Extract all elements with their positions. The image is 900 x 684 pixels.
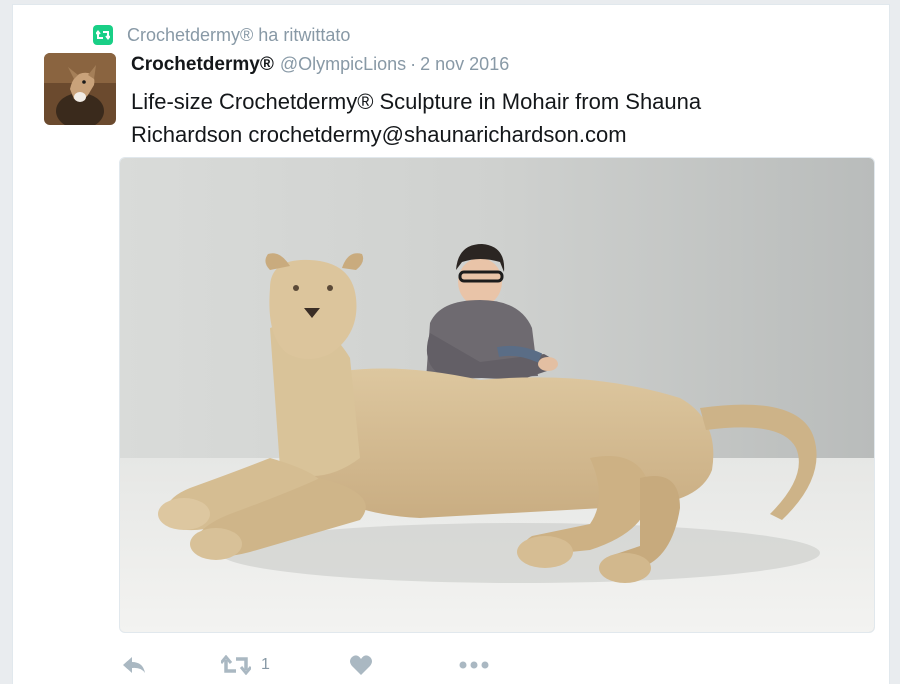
like-button[interactable] (349, 654, 459, 676)
more-button[interactable] (459, 660, 489, 670)
tweet-text-line-2: Richardson crochetdermy@shaunarichardson… (131, 122, 627, 147)
author-name[interactable]: Crochetdermy® (131, 54, 274, 76)
retweet-button[interactable]: 1 (221, 655, 349, 675)
heart-icon (349, 654, 373, 676)
header-separator: · (410, 54, 417, 74)
tweet-date[interactable]: 2 nov 2016 (420, 54, 509, 75)
tweet-text-line-1: Life-size Crochetdermy® Sculpture in Moh… (131, 89, 702, 114)
retweet-icon (221, 655, 251, 675)
reply-button[interactable] (121, 655, 221, 675)
more-icon (459, 660, 489, 670)
retweet-context-text[interactable]: Crochetdermy® ha ritwittato (127, 25, 350, 46)
tweet-photo[interactable] (119, 157, 875, 633)
avatar[interactable] (44, 53, 116, 125)
author-handle[interactable]: @OlympicLions (280, 54, 406, 75)
lioness-sculpture-photo (120, 158, 874, 632)
reply-icon (121, 655, 147, 675)
retweet-icon (93, 25, 113, 45)
retweet-context[interactable]: Crochetdermy® ha ritwittato (93, 23, 350, 47)
tweet-card[interactable]: Crochetdermy® ha ritwittato Crochetdermy… (12, 4, 890, 684)
tweet-text: Life-size Crochetdermy® Sculpture in Moh… (131, 85, 831, 151)
tweet-actions: 1 (121, 650, 489, 680)
tweet-header: Crochetdermy® @OlympicLions · 2 nov 2016 (131, 54, 509, 80)
retweet-count: 1 (261, 656, 270, 673)
